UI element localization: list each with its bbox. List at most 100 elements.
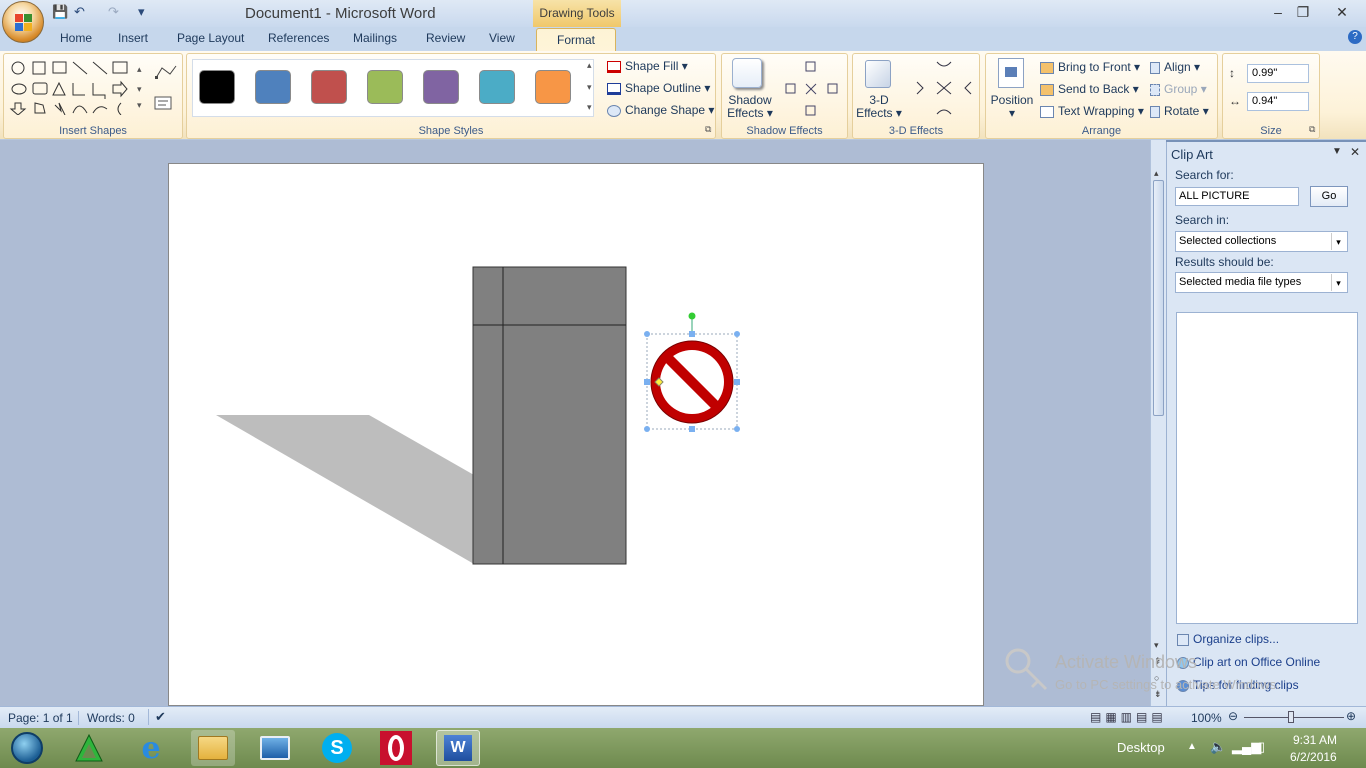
taskbar-skype[interactable]: S bbox=[315, 730, 359, 766]
shape-style-swatch[interactable] bbox=[367, 70, 403, 104]
styles-more-icon[interactable]: ▾ bbox=[587, 102, 592, 113]
zoom-level[interactable]: 100% bbox=[1191, 711, 1222, 725]
battery-icon[interactable]: ▯ bbox=[1258, 739, 1265, 755]
tilt-icons[interactable] bbox=[913, 58, 975, 118]
shadow-effects-button[interactable]: Shadow Effects ▾ bbox=[726, 94, 774, 120]
scroll-up-icon[interactable]: ▴ bbox=[1154, 168, 1159, 179]
styles-down-icon[interactable]: ▾ bbox=[587, 82, 592, 93]
clock-date[interactable]: 6/2/2016 bbox=[1290, 750, 1337, 764]
width-input[interactable]: 0.94" bbox=[1247, 92, 1309, 111]
change-shape-button[interactable]: Change Shape ▾ bbox=[607, 103, 714, 117]
clip-art-online-link[interactable]: Clip art on Office Online bbox=[1177, 655, 1320, 669]
nudge-shadow-icons[interactable] bbox=[782, 58, 842, 118]
bring-to-front-button[interactable]: Bring to Front ▾ bbox=[1040, 60, 1140, 74]
customize-qat-icon[interactable]: ▾ bbox=[138, 4, 145, 22]
rotate-button[interactable]: Rotate ▾ bbox=[1150, 104, 1209, 118]
styles-up-icon[interactable]: ▴ bbox=[587, 60, 592, 71]
align-button[interactable]: Align ▾ bbox=[1150, 60, 1200, 74]
three-d-effects-button[interactable]: 3-D Effects ▾ bbox=[855, 94, 903, 120]
search-in-select[interactable]: Selected collections ▾ bbox=[1175, 231, 1348, 252]
tab-format[interactable]: Format bbox=[536, 28, 616, 52]
monitor-icon bbox=[260, 736, 290, 760]
maximize-button[interactable]: ❐ bbox=[1292, 2, 1314, 22]
position-button[interactable]: Position ▾ bbox=[988, 94, 1036, 120]
shapes-gallery[interactable] bbox=[9, 59, 141, 115]
shape-style-swatch[interactable] bbox=[479, 70, 515, 104]
tab-home[interactable]: Home bbox=[60, 31, 92, 45]
group-button[interactable]: Group ▾ bbox=[1150, 82, 1207, 96]
shape-style-swatch[interactable] bbox=[311, 70, 347, 104]
desktop-toolbar-label[interactable]: Desktop bbox=[1117, 740, 1165, 755]
zoom-in-icon[interactable]: ⊕ bbox=[1346, 709, 1356, 723]
pane-options-icon[interactable]: ▼ bbox=[1332, 146, 1342, 157]
shadow-effects-icon bbox=[732, 58, 762, 88]
shape-style-swatch[interactable] bbox=[255, 70, 291, 104]
scroll-down-icon[interactable]: ▾ bbox=[1154, 640, 1159, 651]
tab-page-layout[interactable]: Page Layout bbox=[177, 31, 244, 45]
show-hidden-icons-icon[interactable]: ▲ bbox=[1187, 741, 1197, 752]
gallery-down-icon[interactable]: ▾ bbox=[137, 84, 142, 95]
taskbar-remote-desktop[interactable] bbox=[253, 730, 297, 766]
help-icon[interactable]: ? bbox=[1348, 30, 1362, 44]
pane-close-icon[interactable]: ✕ bbox=[1350, 145, 1360, 159]
height-input[interactable]: 0.99" bbox=[1247, 64, 1309, 83]
zoom-out-icon[interactable]: ⊖ bbox=[1228, 709, 1238, 723]
shape-fill-button[interactable]: Shape Fill ▾ bbox=[607, 59, 688, 73]
search-in-value: Selected collections bbox=[1179, 235, 1277, 247]
shadow-button-label2: Effects bbox=[727, 106, 764, 120]
search-in-dropdown-icon[interactable]: ▾ bbox=[1331, 233, 1345, 250]
group-label: Group bbox=[1164, 82, 1198, 96]
taskbar-file-explorer[interactable] bbox=[191, 730, 235, 766]
clock-time[interactable]: 9:31 AM bbox=[1293, 733, 1337, 747]
scroll-thumb[interactable] bbox=[1153, 180, 1164, 416]
taskbar-app-green[interactable] bbox=[67, 730, 111, 766]
volume-icon[interactable]: 🔈 bbox=[1210, 739, 1226, 755]
shape-style-swatch[interactable] bbox=[199, 70, 235, 104]
results-dropdown-icon[interactable]: ▾ bbox=[1331, 274, 1345, 291]
start-button[interactable] bbox=[5, 730, 49, 766]
word-count[interactable]: Words: 0 bbox=[78, 711, 135, 725]
zoom-slider-thumb[interactable] bbox=[1288, 711, 1294, 723]
undo-icon[interactable]: ↶ bbox=[74, 4, 85, 22]
size-group: ↕ 0.99" ↔ 0.94" ⧉ Size bbox=[1222, 53, 1320, 139]
search-input[interactable]: ALL PICTURE bbox=[1175, 187, 1299, 206]
page-count[interactable]: Page: 1 of 1 bbox=[8, 711, 73, 725]
text-wrapping-button[interactable]: Text Wrapping ▾ bbox=[1040, 104, 1144, 118]
go-button[interactable]: Go bbox=[1310, 186, 1348, 207]
shape-outline-button[interactable]: Shape Outline ▾ bbox=[607, 81, 710, 95]
text-box-icon[interactable] bbox=[154, 96, 172, 110]
shape-style-swatch[interactable] bbox=[423, 70, 459, 104]
send-to-back-button[interactable]: Send to Back ▾ bbox=[1040, 82, 1139, 96]
taskbar-opera[interactable] bbox=[374, 730, 418, 766]
tab-view[interactable]: View bbox=[489, 31, 515, 45]
shadow-button-label: Shadow bbox=[728, 93, 772, 107]
pen-icon bbox=[607, 82, 621, 95]
taskbar-internet-explorer[interactable]: e bbox=[129, 730, 173, 766]
redo-icon[interactable]: ↷ bbox=[108, 4, 119, 22]
tab-review[interactable]: Review bbox=[426, 31, 465, 45]
network-icon[interactable]: ▂▄▆ bbox=[1232, 739, 1261, 755]
view-buttons-icon[interactable]: ▤▦▥▤▤ bbox=[1090, 710, 1167, 724]
proofing-icon[interactable]: ✔ bbox=[148, 709, 166, 725]
save-icon[interactable]: 💾 bbox=[52, 4, 68, 22]
edit-shape-icon[interactable] bbox=[154, 64, 178, 80]
vertical-scrollbar[interactable]: ▴ ▾ ⇞ ○ ⇟ bbox=[1150, 140, 1166, 706]
no-symbol-shape[interactable] bbox=[644, 312, 740, 433]
minimize-button[interactable]: – bbox=[1267, 2, 1289, 22]
gallery-up-icon[interactable]: ▴ bbox=[137, 64, 142, 75]
results-list[interactable] bbox=[1176, 312, 1358, 624]
zoom-slider[interactable] bbox=[1244, 717, 1344, 718]
office-button[interactable] bbox=[2, 1, 44, 43]
tab-mailings[interactable]: Mailings bbox=[353, 31, 397, 45]
taskbar-word[interactable]: W bbox=[436, 730, 480, 766]
organize-clips-link[interactable]: Organize clips... bbox=[1177, 632, 1279, 646]
shape-style-swatch[interactable] bbox=[535, 70, 571, 104]
results-select[interactable]: Selected media file types ▾ bbox=[1175, 272, 1348, 293]
tab-insert[interactable]: Insert bbox=[118, 31, 148, 45]
tab-references[interactable]: References bbox=[268, 31, 329, 45]
search-for-label: Search for: bbox=[1175, 168, 1234, 182]
document-page[interactable] bbox=[168, 163, 984, 706]
rectangle-shape[interactable] bbox=[472, 266, 627, 565]
gallery-more-icon[interactable]: ▾ bbox=[137, 100, 142, 111]
close-button[interactable]: ✕ bbox=[1331, 2, 1353, 22]
